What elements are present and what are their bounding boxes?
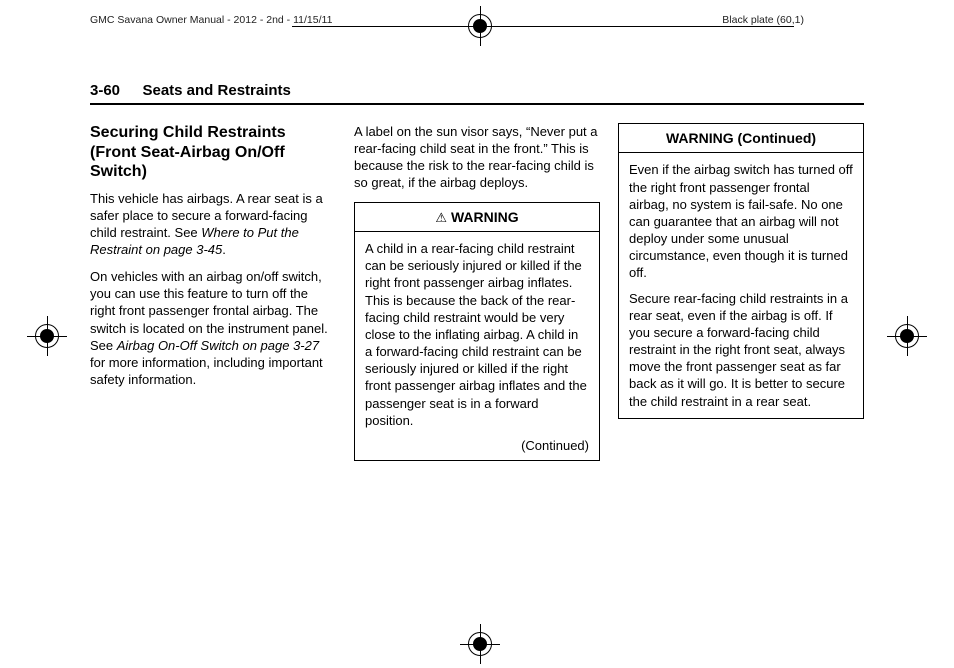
warning-text: A child in a rear-facing child restraint… bbox=[365, 240, 589, 429]
page-content: 3-60 Seats and Restraints Securing Child… bbox=[90, 82, 864, 461]
warning-triangle-icon: ⚠ bbox=[435, 209, 447, 226]
registration-mark-icon bbox=[893, 322, 921, 350]
section-header: 3-60 Seats and Restraints bbox=[90, 82, 864, 105]
print-header-right: Black plate (60,1) bbox=[722, 14, 804, 26]
registration-mark-icon bbox=[466, 12, 494, 40]
warning-body: Even if the airbag switch has turned off… bbox=[619, 153, 863, 417]
body-paragraph: This vehicle has airbags. A rear seat is… bbox=[90, 190, 336, 259]
warning-continued: (Continued) bbox=[355, 437, 599, 460]
warning-text: Secure rear-facing child restraints in a… bbox=[629, 290, 853, 410]
page-number: 3-60 bbox=[90, 82, 120, 99]
body-paragraph: On vehicles with an airbag on/off switch… bbox=[90, 268, 336, 388]
body-paragraph: A label on the sun visor says, “Never pu… bbox=[354, 123, 600, 192]
columns: Securing Child Restraints (Front Seat-Ai… bbox=[90, 123, 864, 461]
column-1: Securing Child Restraints (Front Seat-Ai… bbox=[90, 123, 336, 461]
warning-label: WARNING bbox=[451, 209, 519, 225]
column-2: A label on the sun visor says, “Never pu… bbox=[354, 123, 600, 461]
warning-box: ⚠WARNING A child in a rear-facing child … bbox=[354, 202, 600, 461]
section-title: Seats and Restraints bbox=[142, 82, 290, 99]
warning-label: WARNING (Continued) bbox=[666, 130, 816, 146]
cross-reference: Airbag On-Off Switch on page 3-27 bbox=[117, 338, 319, 353]
crop-line bbox=[292, 26, 794, 27]
registration-mark-icon bbox=[33, 322, 61, 350]
print-header-left: GMC Savana Owner Manual - 2012 - 2nd - 1… bbox=[90, 14, 332, 26]
column-3: WARNING (Continued) Even if the airbag s… bbox=[618, 123, 864, 461]
warning-heading: WARNING (Continued) bbox=[619, 124, 863, 153]
warning-heading: ⚠WARNING bbox=[355, 203, 599, 232]
warning-box-continued: WARNING (Continued) Even if the airbag s… bbox=[618, 123, 864, 419]
warning-text: Even if the airbag switch has turned off… bbox=[629, 161, 853, 281]
warning-body: A child in a rear-facing child restraint… bbox=[355, 232, 599, 437]
topic-heading: Securing Child Restraints (Front Seat-Ai… bbox=[90, 123, 336, 182]
registration-mark-icon bbox=[466, 630, 494, 658]
body-text: for more information, including importan… bbox=[90, 355, 323, 387]
body-text: . bbox=[222, 242, 226, 257]
